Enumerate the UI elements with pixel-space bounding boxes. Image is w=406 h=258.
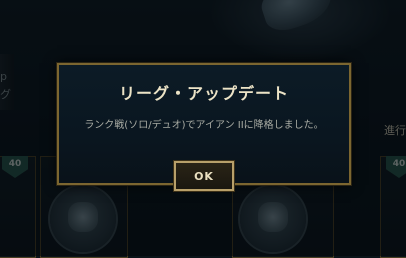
dialog-title: リーグ・アップデート (118, 84, 289, 103)
ok-button[interactable]: OK (174, 161, 234, 191)
ok-button-label: OK (194, 169, 214, 183)
dialog-message: ランク戦(ソロ/デュオ)でアイアン IIに降格しました。 (84, 120, 324, 131)
